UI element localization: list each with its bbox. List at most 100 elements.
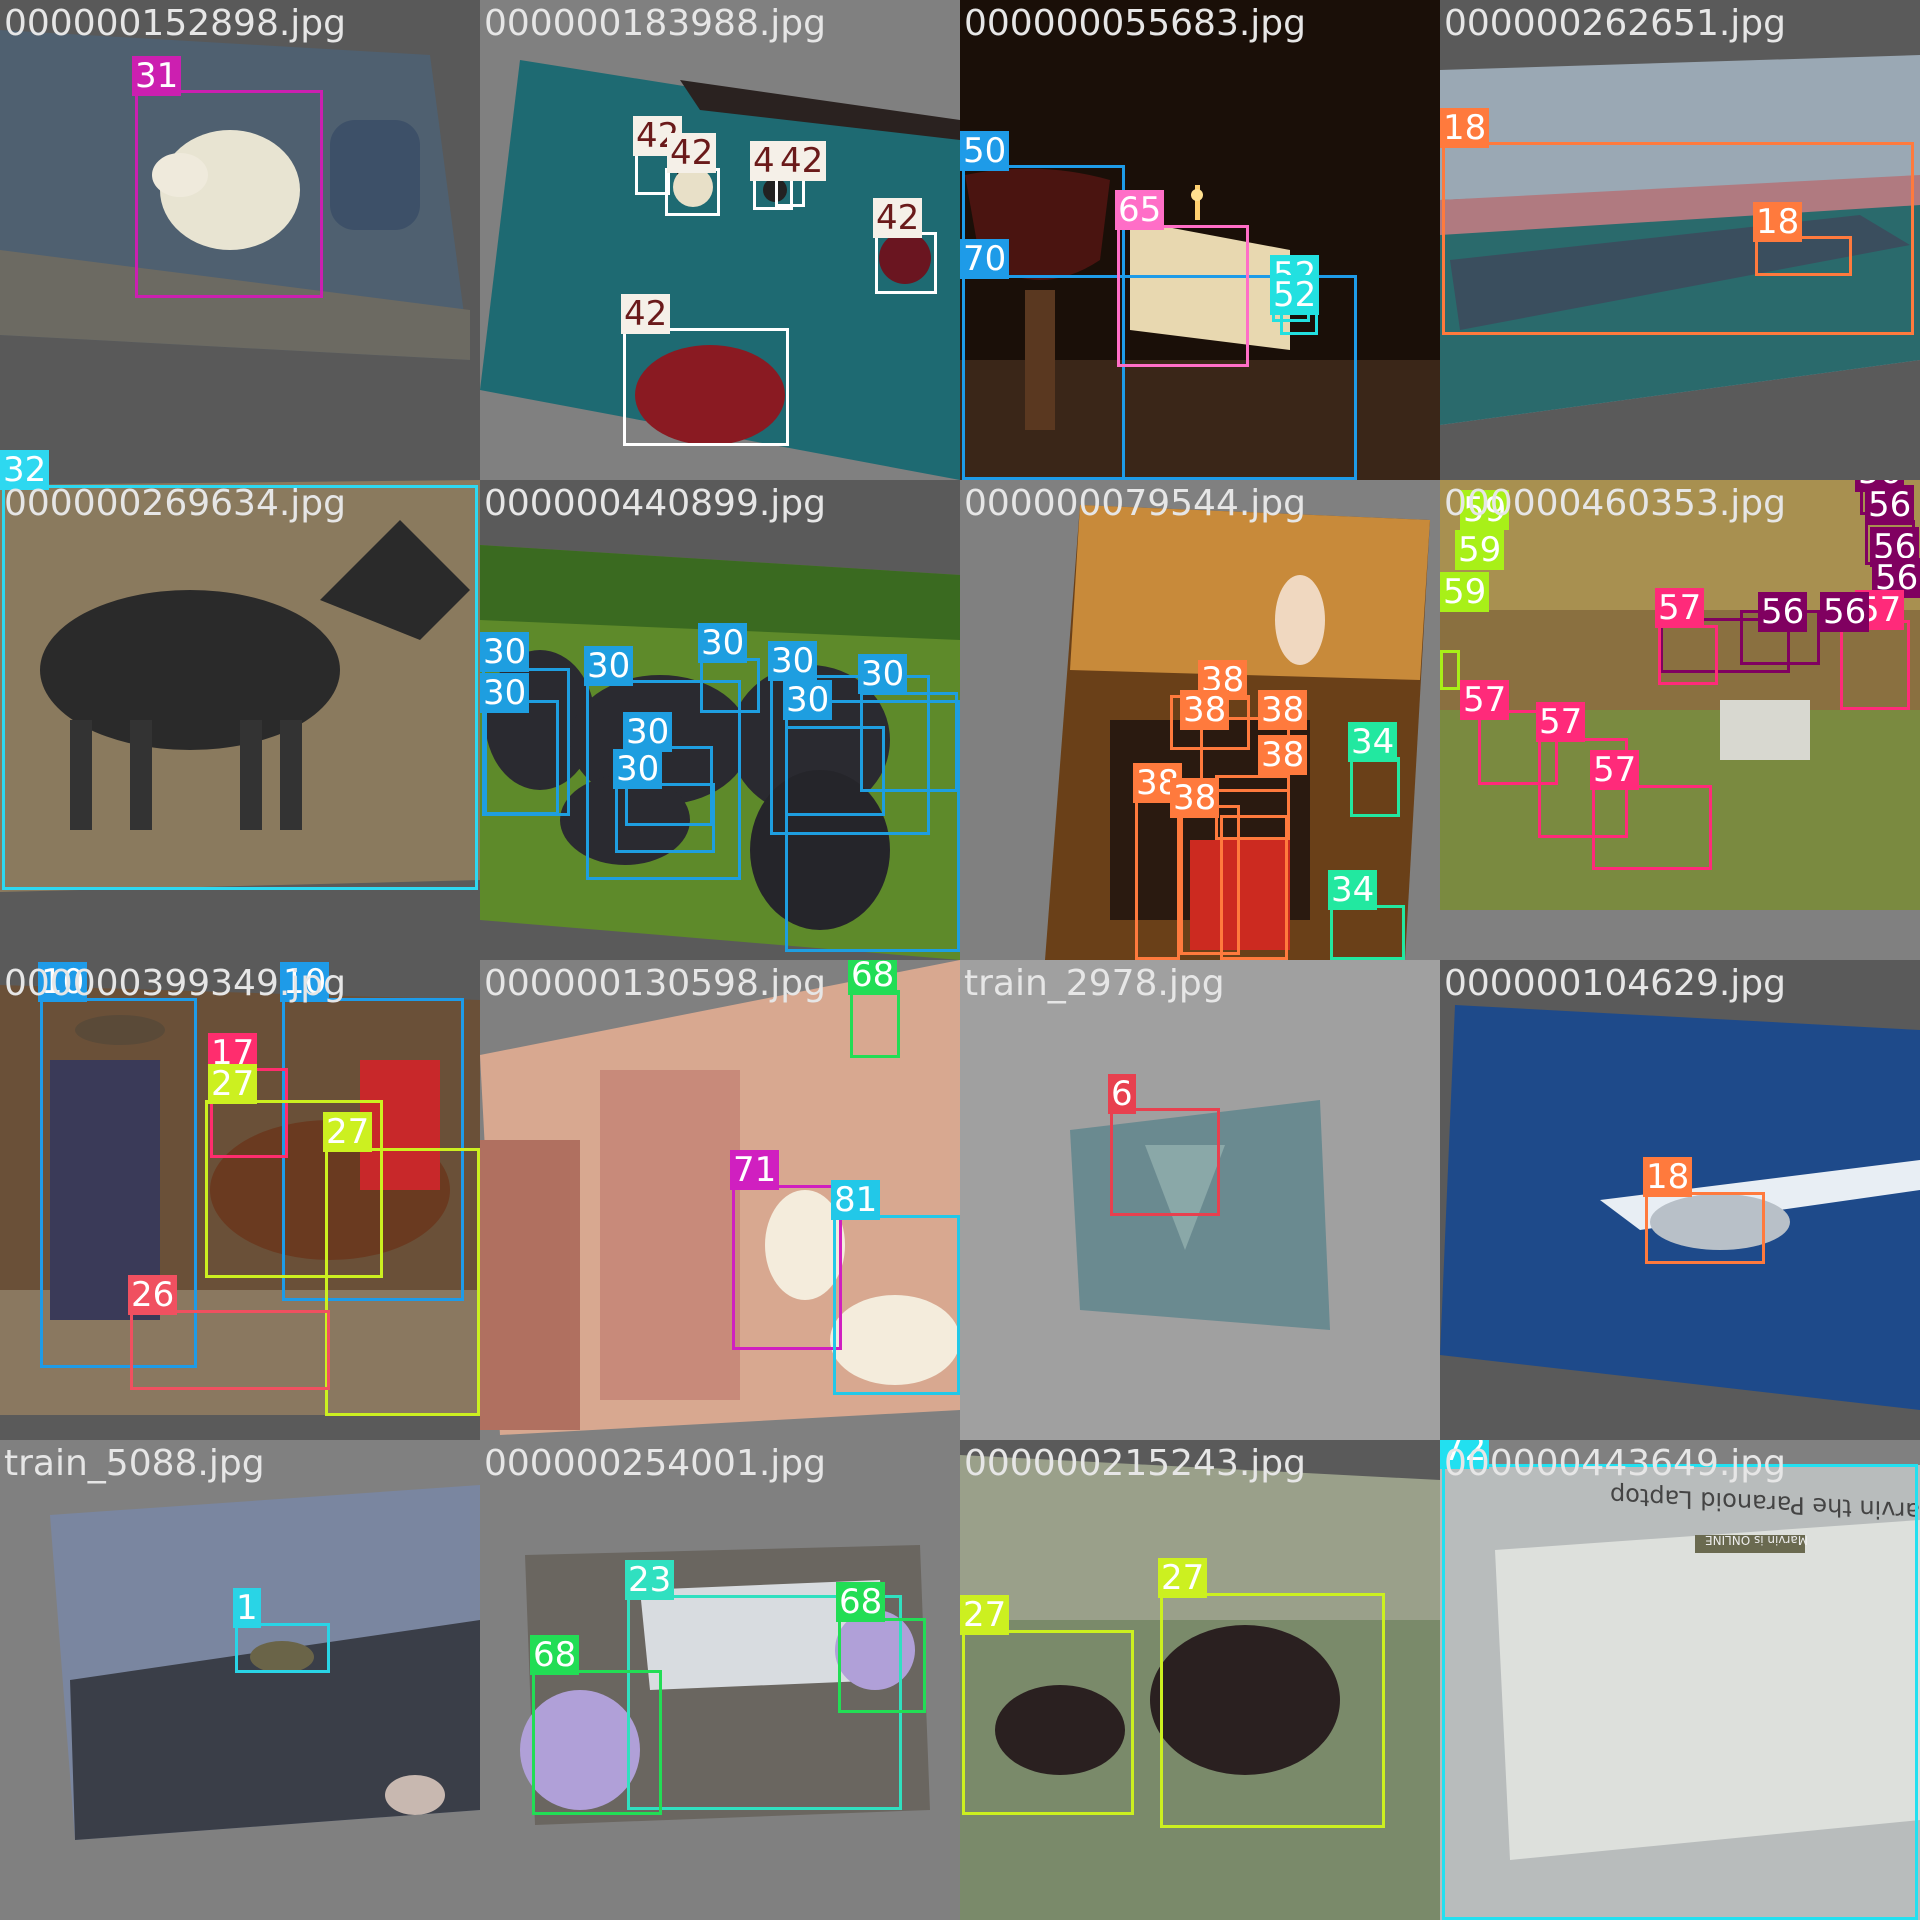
tile-polar-bear: 000000152898.jpg 31: [0, 0, 480, 480]
class-label: 57: [1536, 702, 1586, 742]
detection-box: [1117, 225, 1249, 367]
detection-box: [623, 328, 789, 446]
class-label: 30: [623, 712, 673, 752]
class-label: 56: [1758, 592, 1808, 632]
tile-screen: 000000443649.jpg Marvin the Paranoid Lap…: [1440, 1440, 1920, 1920]
filename: 000000443649.jpg: [1444, 1443, 1786, 1484]
detection-box: [1160, 1593, 1385, 1828]
tile-horses-field: 000000215243.jpg 27 27: [960, 1440, 1440, 1920]
class-label: 42: [873, 198, 923, 238]
class-label: 26: [128, 1275, 178, 1315]
class-label: 30: [480, 673, 530, 713]
class-label: 1: [233, 1588, 261, 1628]
class-label: 31: [132, 56, 182, 96]
filename: 000000254001.jpg: [484, 1443, 826, 1484]
tile-speedboat: 000000104629.jpg 18: [1440, 960, 1920, 1440]
detection-box: [1645, 1192, 1765, 1264]
tile-room: 000000079544.jpg 38 38 38 38 38 38 34 34: [960, 480, 1440, 960]
detection-box: [785, 700, 960, 952]
filename: 000000460353.jpg: [1444, 483, 1786, 524]
detection-box: [1180, 805, 1240, 955]
detection-box: [1350, 757, 1400, 817]
class-label: 38: [1258, 735, 1308, 775]
tile-turtle: train_5088.jpg 1: [0, 1440, 480, 1920]
detection-box: [484, 700, 559, 815]
filename: 000000399349.jpg: [4, 963, 346, 1004]
detection-box: [1840, 620, 1910, 710]
detection-box: [1330, 905, 1405, 960]
class-label: 50: [960, 131, 1010, 171]
class-label: 18: [1643, 1157, 1693, 1197]
class-label: 30: [783, 680, 833, 720]
detection-box: [732, 1185, 842, 1350]
detection-box: [1442, 1464, 1918, 1920]
class-label: 42: [621, 294, 671, 334]
class-label: 34: [1328, 870, 1378, 910]
detection-box: [1592, 785, 1712, 870]
detection-box: [1135, 798, 1180, 960]
class-label: 57: [1590, 750, 1640, 790]
filename: 000000440899.jpg: [484, 483, 826, 524]
filename: 000000215243.jpg: [964, 1443, 1306, 1484]
filename: 000000130598.jpg: [484, 963, 826, 1004]
class-label: 6: [1108, 1074, 1136, 1114]
detection-box: [615, 783, 715, 853]
class-label: 38: [1180, 690, 1230, 730]
class-label: 30: [768, 641, 818, 681]
class-label: 68: [848, 960, 898, 995]
filename: 000000104629.jpg: [1444, 963, 1786, 1004]
detection-box: [2, 485, 478, 890]
detection-box: [850, 990, 900, 1058]
detection-box: [1755, 236, 1852, 276]
detection-box: [1110, 1108, 1220, 1216]
class-label: 27: [1158, 1558, 1208, 1598]
tile-underwater: train_2978.jpg 6: [960, 960, 1440, 1440]
class-label: 56: [1865, 485, 1915, 525]
filename: 000000055683.jpg: [964, 3, 1306, 44]
tile-zebra: 000000269634.jpg 32: [0, 480, 480, 960]
class-label: 34: [1348, 722, 1398, 762]
class-label: 42: [667, 133, 717, 173]
filename: 000000079544.jpg: [964, 483, 1306, 524]
filename: train_2978.jpg: [964, 963, 1225, 1004]
filename: 000000269634.jpg: [4, 483, 346, 524]
class-label: 30: [584, 646, 634, 686]
class-label: 18: [1440, 108, 1490, 148]
class-label: 52: [1270, 275, 1320, 315]
detection-box: [665, 168, 720, 216]
class-label: 30: [480, 632, 530, 672]
class-label: 57: [1460, 680, 1510, 720]
class-label: 65: [1115, 190, 1165, 230]
class-label: 71: [730, 1150, 780, 1190]
class-label: 68: [530, 1635, 580, 1675]
tile-elephants: 000000440899.jpg 30 30 30 30 30 30 30 30…: [480, 480, 960, 960]
detection-box: [875, 232, 937, 294]
tile-horse-people: 000000399349.jpg 10 10 17 27 27 26: [0, 960, 480, 1440]
class-label: 18: [1753, 202, 1803, 242]
class-label: 59: [1455, 530, 1505, 570]
detection-box: [962, 1630, 1134, 1815]
class-label: 38: [1258, 690, 1308, 730]
class-label: 30: [698, 623, 748, 663]
class-label: 30: [858, 654, 908, 694]
tile-ship: 000000262651.jpg 18 18: [1440, 0, 1920, 480]
detection-box: [532, 1670, 662, 1815]
detection-box: [838, 1618, 926, 1713]
tile-billiards: 000000183988.jpg 42 42 42 42 42 42: [480, 0, 960, 480]
filename: 000000262651.jpg: [1444, 3, 1786, 44]
tile-bench: 000000254001.jpg 23 68 68: [480, 1440, 960, 1920]
class-label: 27: [323, 1112, 373, 1152]
detection-box: [325, 1148, 480, 1416]
class-label: 59: [1440, 572, 1490, 612]
filename: 000000152898.jpg: [4, 3, 346, 44]
detection-box: [700, 658, 760, 713]
detection-box: [130, 1310, 330, 1390]
class-label: 70: [960, 239, 1010, 279]
class-label: 30: [613, 749, 663, 789]
detection-box: [235, 1623, 330, 1673]
tile-cake: 000000055683.jpg 50 70 65 52 52: [960, 0, 1440, 480]
class-label: 27: [208, 1064, 258, 1104]
class-label: 68: [836, 1582, 886, 1622]
tile-bathroom: 000000130598.jpg 68 71 81: [480, 960, 960, 1440]
class-label: 81: [831, 1180, 881, 1220]
